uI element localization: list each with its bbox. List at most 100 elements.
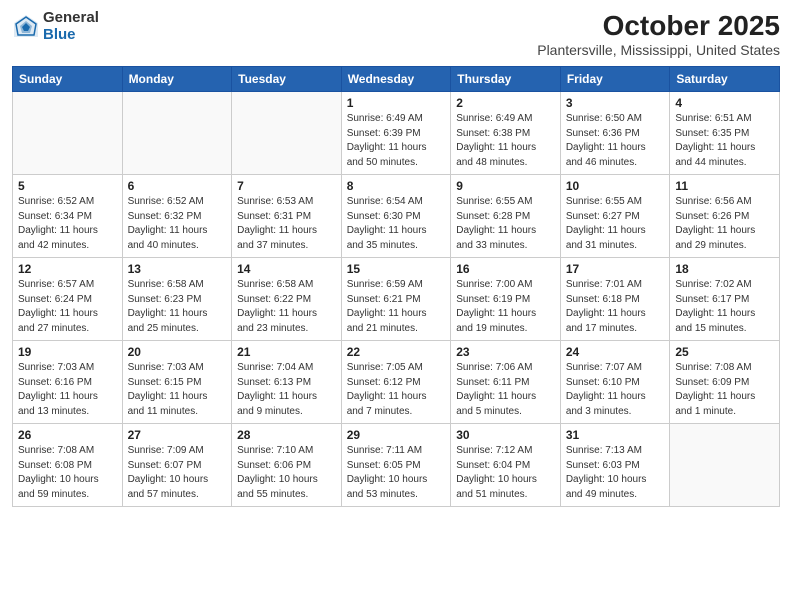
logo-blue-label: Blue [43,27,99,44]
week-row-3: 12Sunrise: 6:57 AM Sunset: 6:24 PM Dayli… [13,258,780,341]
calendar-cell: 8 Sunrise: 6:54 AM Sunset: 6:30 PM Daylig… [341,175,451,258]
calendar-cell: 24Sunrise: 7:07 AM Sunset: 6:10 PM Dayli… [560,341,670,424]
col-saturday: Saturday [670,67,780,92]
day-info: Sunrise: 6:52 AM Sunset: 6:34 PM Dayligh… [18,195,117,253]
day-info: Sunrise: 6:59 AM Sunset: 6:21 PM Dayligh… [347,278,446,336]
day-number: 1 [347,96,446,110]
calendar-cell: 13 Sunrise: 6:58 AM Sunset: 6:23 PM Dayli… [122,258,232,341]
calendar-cell: 14 Sunrise: 6:58 AM Sunset: 6:22 PM Dayli… [232,258,342,341]
day-info: Sunrise: 6:58 AM Sunset: 6:22 PM Dayligh… [237,278,336,336]
day-number: 8 [347,179,446,193]
day-info: Sunrise: 6:58 AM Sunset: 6:23 PM Dayligh… [128,278,227,336]
logo: General Blue [12,10,99,43]
day-info: Sunrise: 6:49 AM Sunset: 6:39 PM Dayligh… [347,112,446,170]
calendar-cell [232,92,342,175]
day-number: 23 [456,345,555,359]
logo-general-label: General [43,10,99,27]
day-info: Sunrise: 6:49 AM Sunset: 6:38 PM Dayligh… [456,112,555,170]
day-info: Sunrise: 6:56 AM Sunset: 6:26 PM Dayligh… [675,195,774,253]
day-info: Sunrise: 6:55 AM Sunset: 6:27 PM Dayligh… [566,195,665,253]
day-number: 26 [18,428,117,442]
day-number: 16 [456,262,555,276]
calendar-cell: 9 Sunrise: 6:55 AM Sunset: 6:28 PM Daylig… [451,175,561,258]
day-number: 20 [128,345,227,359]
day-info: Sunrise: 6:57 AM Sunset: 6:24 PM Dayligh… [18,278,117,336]
day-number: 14 [237,262,336,276]
col-friday: Friday [560,67,670,92]
calendar-cell [13,92,123,175]
day-info: Sunrise: 7:00 AM Sunset: 6:19 PM Dayligh… [456,278,555,336]
day-info: Sunrise: 6:51 AM Sunset: 6:35 PM Dayligh… [675,112,774,170]
day-number: 25 [675,345,774,359]
col-tuesday: Tuesday [232,67,342,92]
calendar-cell: 26 Sunrise: 7:08 AM Sunset: 6:08 PM Dayli… [13,424,123,507]
day-number: 28 [237,428,336,442]
day-info: Sunrise: 7:10 AM Sunset: 6:06 PM Dayligh… [237,444,336,502]
calendar-cell: 5 Sunrise: 6:52 AM Sunset: 6:34 PM Daylig… [13,175,123,258]
day-number: 10 [566,179,665,193]
day-number: 2 [456,96,555,110]
day-number: 3 [566,96,665,110]
day-number: 9 [456,179,555,193]
week-row-1: 1 Sunrise: 6:49 AM Sunset: 6:39 PM Daylig… [13,92,780,175]
calendar-cell: 23 Sunrise: 7:06 AM Sunset: 6:11 PM Dayli… [451,341,561,424]
calendar-cell: 30Sunrise: 7:12 AM Sunset: 6:04 PM Dayli… [451,424,561,507]
calendar-cell: 17 Sunrise: 7:01 AM Sunset: 6:18 PM Dayli… [560,258,670,341]
calendar-cell: 1 Sunrise: 6:49 AM Sunset: 6:39 PM Daylig… [341,92,451,175]
day-info: Sunrise: 7:11 AM Sunset: 6:05 PM Dayligh… [347,444,446,502]
calendar-cell: 27 Sunrise: 7:09 AM Sunset: 6:07 PM Dayli… [122,424,232,507]
day-info: Sunrise: 7:01 AM Sunset: 6:18 PM Dayligh… [566,278,665,336]
calendar-cell [670,424,780,507]
calendar-cell [122,92,232,175]
calendar-cell: 20Sunrise: 7:03 AM Sunset: 6:15 PM Dayli… [122,341,232,424]
logo-text: General Blue [43,10,99,43]
day-info: Sunrise: 7:09 AM Sunset: 6:07 PM Dayligh… [128,444,227,502]
calendar-cell: 12Sunrise: 6:57 AM Sunset: 6:24 PM Dayli… [13,258,123,341]
calendar-header-row: Sunday Monday Tuesday Wednesday Thursday… [13,67,780,92]
day-number: 17 [566,262,665,276]
day-info: Sunrise: 7:04 AM Sunset: 6:13 PM Dayligh… [237,361,336,419]
week-row-2: 5 Sunrise: 6:52 AM Sunset: 6:34 PM Daylig… [13,175,780,258]
day-number: 13 [128,262,227,276]
day-number: 27 [128,428,227,442]
day-info: Sunrise: 6:55 AM Sunset: 6:28 PM Dayligh… [456,195,555,253]
day-info: Sunrise: 7:06 AM Sunset: 6:11 PM Dayligh… [456,361,555,419]
day-number: 7 [237,179,336,193]
calendar-cell: 22 Sunrise: 7:05 AM Sunset: 6:12 PM Dayli… [341,341,451,424]
calendar-cell: 3 Sunrise: 6:50 AM Sunset: 6:36 PM Daylig… [560,92,670,175]
day-info: Sunrise: 7:03 AM Sunset: 6:16 PM Dayligh… [18,361,117,419]
calendar-cell: 18Sunrise: 7:02 AM Sunset: 6:17 PM Dayli… [670,258,780,341]
title-block: October 2025 Plantersville, Mississippi,… [537,10,780,58]
day-info: Sunrise: 6:54 AM Sunset: 6:30 PM Dayligh… [347,195,446,253]
page-subtitle: Plantersville, Mississippi, United State… [537,42,780,58]
calendar-cell: 25Sunrise: 7:08 AM Sunset: 6:09 PM Dayli… [670,341,780,424]
day-number: 5 [18,179,117,193]
calendar-cell: 15Sunrise: 6:59 AM Sunset: 6:21 PM Dayli… [341,258,451,341]
day-info: Sunrise: 7:07 AM Sunset: 6:10 PM Dayligh… [566,361,665,419]
calendar-table: Sunday Monday Tuesday Wednesday Thursday… [12,66,780,507]
calendar-cell: 29 Sunrise: 7:11 AM Sunset: 6:05 PM Dayli… [341,424,451,507]
calendar-cell: 11 Sunrise: 6:56 AM Sunset: 6:26 PM Dayli… [670,175,780,258]
day-number: 30 [456,428,555,442]
calendar-cell: 10 Sunrise: 6:55 AM Sunset: 6:27 PM Dayli… [560,175,670,258]
day-number: 21 [237,345,336,359]
day-info: Sunrise: 7:13 AM Sunset: 6:03 PM Dayligh… [566,444,665,502]
col-monday: Monday [122,67,232,92]
page: General Blue October 2025 Plantersville,… [0,0,792,612]
day-info: Sunrise: 7:08 AM Sunset: 6:08 PM Dayligh… [18,444,117,502]
day-info: Sunrise: 6:50 AM Sunset: 6:36 PM Dayligh… [566,112,665,170]
calendar-cell: 21 Sunrise: 7:04 AM Sunset: 6:13 PM Dayli… [232,341,342,424]
day-info: Sunrise: 6:52 AM Sunset: 6:32 PM Dayligh… [128,195,227,253]
week-row-5: 26 Sunrise: 7:08 AM Sunset: 6:08 PM Dayli… [13,424,780,507]
calendar-cell: 4 Sunrise: 6:51 AM Sunset: 6:35 PM Daylig… [670,92,780,175]
day-number: 31 [566,428,665,442]
day-info: Sunrise: 7:05 AM Sunset: 6:12 PM Dayligh… [347,361,446,419]
day-number: 11 [675,179,774,193]
col-thursday: Thursday [451,67,561,92]
calendar-cell: 28 Sunrise: 7:10 AM Sunset: 6:06 PM Dayli… [232,424,342,507]
day-number: 4 [675,96,774,110]
calendar-cell: 6Sunrise: 6:52 AM Sunset: 6:32 PM Daylig… [122,175,232,258]
logo-icon [12,13,40,41]
day-number: 29 [347,428,446,442]
day-number: 22 [347,345,446,359]
